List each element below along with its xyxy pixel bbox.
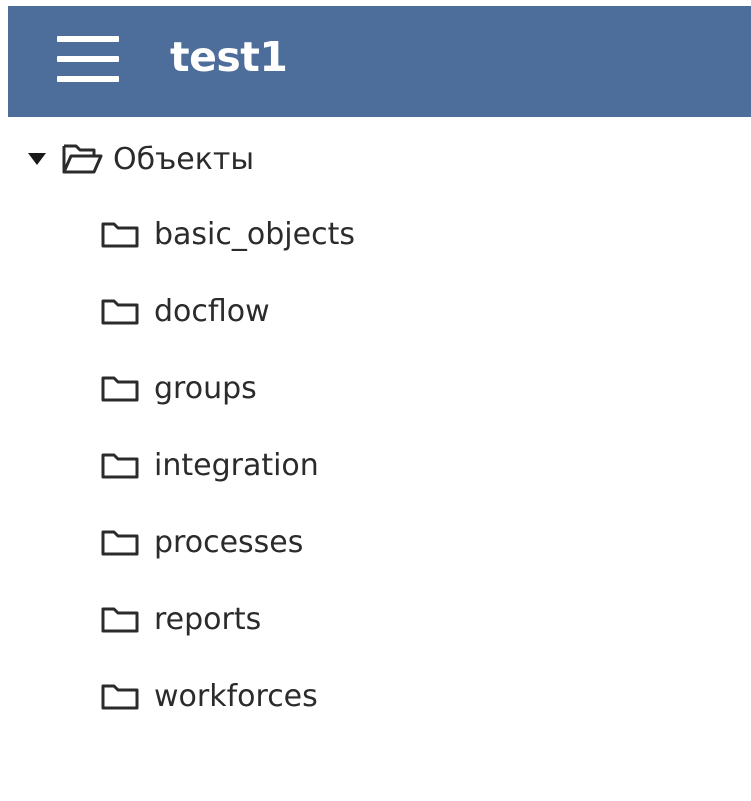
folder-open-icon xyxy=(61,143,103,175)
tree-item[interactable]: groups xyxy=(100,366,257,410)
tree-item-label: processes xyxy=(154,524,304,560)
tree-root-label: Объекты xyxy=(113,141,255,177)
tree-item-label: integration xyxy=(154,447,319,483)
folder-icon xyxy=(100,450,140,480)
caret-down-icon[interactable] xyxy=(28,153,46,165)
folder-icon xyxy=(100,604,140,634)
tree-root-objects[interactable]: Объекты xyxy=(28,137,254,181)
tree-item[interactable]: reports xyxy=(100,597,261,641)
tree-item-label: reports xyxy=(154,601,262,637)
tree-item-label: basic_objects xyxy=(154,216,355,252)
page-title: test1 xyxy=(170,33,288,81)
tree-item[interactable]: docflow xyxy=(100,289,270,333)
tree-item-label: docflow xyxy=(154,293,270,329)
folder-icon xyxy=(100,296,140,326)
hamburger-menu-icon[interactable] xyxy=(57,36,119,84)
tree-item[interactable]: processes xyxy=(100,520,303,564)
folder-icon xyxy=(100,373,140,403)
tree-item-label: groups xyxy=(154,370,257,406)
folder-icon xyxy=(100,219,140,249)
folder-icon xyxy=(100,681,140,711)
folder-icon xyxy=(100,527,140,557)
tree-item[interactable]: integration xyxy=(100,443,319,487)
app-header: test1 xyxy=(8,6,751,117)
tree-item[interactable]: workforces xyxy=(100,674,318,718)
tree-item[interactable]: basic_objects xyxy=(100,212,355,256)
tree-item-label: workforces xyxy=(154,678,318,714)
